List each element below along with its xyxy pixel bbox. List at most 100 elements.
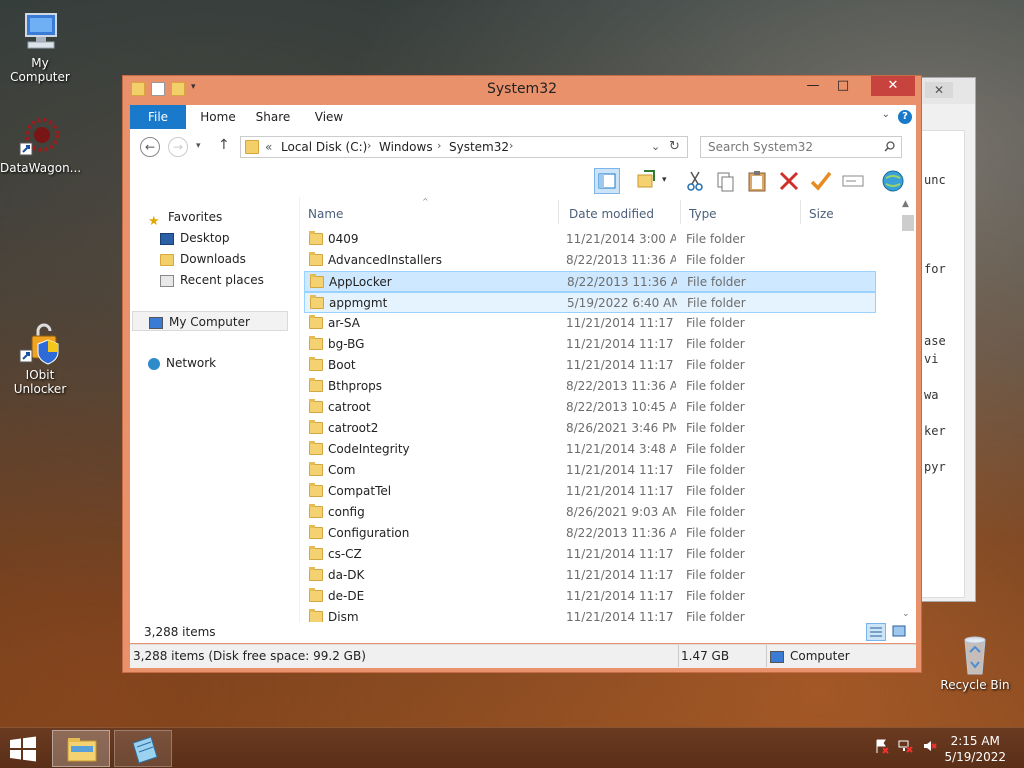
tab-home[interactable]: Home bbox=[190, 105, 246, 129]
network-icon bbox=[148, 357, 160, 370]
address-input[interactable]: « Local Disk (C:) › Windows › System32 ›… bbox=[240, 136, 688, 158]
file-row[interactable]: config 8/26/2021 9:03 AM File folder bbox=[304, 502, 876, 523]
file-row[interactable]: CodeIntegrity 11/21/2014 3:48 AM File fold… bbox=[304, 439, 876, 460]
nav-desktop[interactable]: Desktop bbox=[160, 228, 230, 248]
column-header-date[interactable]: Date modified bbox=[569, 207, 654, 221]
desktop-icon-label-line2: Unlocker bbox=[13, 382, 67, 396]
background-text-line: ker bbox=[924, 424, 946, 438]
nav-downloads[interactable]: Downloads bbox=[160, 249, 246, 269]
start-button[interactable] bbox=[8, 736, 38, 762]
background-window[interactable]: ✕ unc for ase vi wa ker pyr bbox=[918, 77, 976, 602]
large-icons-view-button[interactable] bbox=[890, 623, 910, 641]
taskbar-notepad[interactable] bbox=[114, 730, 172, 767]
notepad-icon bbox=[132, 736, 158, 764]
copy-button[interactable] bbox=[712, 168, 738, 194]
file-row[interactable]: Bthprops 8/22/2013 11:36 AM File folder bbox=[304, 376, 876, 397]
forward-button[interactable]: → bbox=[168, 137, 188, 157]
rename-button[interactable] bbox=[840, 168, 866, 194]
help-icon[interactable]: ? bbox=[898, 110, 912, 124]
titlebar[interactable]: ▾ System32 — □ ✕ bbox=[123, 76, 921, 104]
breadcrumb-overflow[interactable]: « bbox=[265, 140, 272, 154]
recycle-bin-icon bbox=[953, 632, 997, 676]
file-row[interactable]: appmgmt 5/19/2022 6:40 AM File folder bbox=[304, 292, 876, 313]
breadcrumb-system32[interactable]: System32 bbox=[449, 140, 509, 154]
column-divider[interactable] bbox=[558, 200, 559, 224]
globe-button[interactable] bbox=[880, 168, 906, 194]
desktop-icon-label: My Computer bbox=[10, 56, 70, 84]
file-row[interactable]: Com 11/21/2014 11:17 ... File folder bbox=[304, 460, 876, 481]
layout-button[interactable] bbox=[634, 168, 660, 194]
close-button[interactable]: ✕ bbox=[871, 76, 915, 96]
check-button[interactable] bbox=[808, 168, 834, 194]
scroll-up-icon[interactable]: ▲ bbox=[902, 199, 909, 209]
file-row[interactable]: de-DE 11/21/2014 11:17 ... File folder bbox=[304, 586, 876, 607]
file-type-cell: File folder bbox=[686, 484, 745, 498]
up-button[interactable]: ↑ bbox=[218, 137, 230, 153]
delete-button[interactable] bbox=[776, 168, 802, 194]
chevron-right-icon[interactable]: › bbox=[437, 139, 441, 152]
recent-locations-chevron-icon[interactable]: ▾ bbox=[196, 141, 201, 151]
column-header-name[interactable]: Name bbox=[308, 207, 343, 221]
file-row[interactable]: CompatTel 11/21/2014 11:17 ... File folder bbox=[304, 481, 876, 502]
search-input[interactable]: Search System32 bbox=[700, 136, 902, 158]
chevron-right-icon[interactable]: › bbox=[509, 139, 513, 152]
paste-button[interactable] bbox=[744, 168, 770, 194]
file-name-cell: CompatTel bbox=[328, 484, 392, 498]
file-row[interactable]: Boot 11/21/2014 11:17 ... File folder bbox=[304, 355, 876, 376]
file-row[interactable]: da-DK 11/21/2014 11:17 ... File folder bbox=[304, 565, 876, 586]
tab-view[interactable]: View bbox=[304, 105, 354, 129]
file-row[interactable]: catroot2 8/26/2021 3:46 PM File folder bbox=[304, 418, 876, 439]
desktop-icon-iobit-unlocker[interactable]: IObit Unlocker bbox=[0, 322, 80, 396]
preview-pane-button[interactable] bbox=[594, 168, 620, 194]
column-header-type[interactable]: Type bbox=[689, 207, 717, 221]
details-view-button[interactable] bbox=[866, 623, 886, 641]
file-row[interactable]: ar-SA 11/21/2014 11:17 ... File folder bbox=[304, 313, 876, 334]
taskbar-clock[interactable]: 2:15 AM 5/19/2022 bbox=[944, 733, 1006, 765]
background-text-line: pyr bbox=[924, 460, 946, 474]
tab-share[interactable]: Share bbox=[248, 105, 298, 129]
taskbar-file-explorer[interactable] bbox=[52, 730, 110, 767]
action-center-flag-icon[interactable] bbox=[874, 738, 890, 754]
ribbon-expand-button[interactable]: ⌄ bbox=[882, 109, 890, 120]
search-icon[interactable] bbox=[884, 141, 895, 152]
layout-dropdown-icon[interactable]: ▾ bbox=[662, 175, 667, 185]
column-divider[interactable] bbox=[800, 200, 801, 224]
scrollbar-thumb[interactable] bbox=[902, 215, 914, 231]
desktop-icon-recycle-bin[interactable]: Recycle Bin bbox=[935, 632, 1015, 692]
column-header-size[interactable]: Size bbox=[809, 207, 834, 221]
nav-recent-places[interactable]: Recent places bbox=[160, 270, 264, 290]
nav-favorites[interactable]: ★ Favorites bbox=[148, 207, 222, 229]
folder-icon bbox=[309, 357, 323, 371]
breadcrumb-local-disk[interactable]: Local Disk (C:) bbox=[281, 140, 367, 154]
network-status-icon[interactable] bbox=[898, 738, 914, 754]
desktop-icon-my-computer[interactable]: My Computer bbox=[0, 10, 80, 84]
cut-button[interactable] bbox=[682, 168, 708, 194]
file-row[interactable]: catroot 8/22/2013 10:45 AM File folder bbox=[304, 397, 876, 418]
scroll-down-icon[interactable]: ⌄ bbox=[902, 609, 910, 619]
column-divider[interactable] bbox=[680, 200, 681, 224]
explorer-window[interactable]: ▾ System32 — □ ✕ File Home Share View ⌄ … bbox=[122, 75, 922, 673]
volume-muted-icon[interactable] bbox=[922, 738, 938, 754]
background-window-close-button[interactable]: ✕ bbox=[925, 82, 953, 98]
file-row[interactable]: cs-CZ 11/21/2014 11:17 ... File folder bbox=[304, 544, 876, 565]
minimize-button[interactable]: — bbox=[799, 76, 827, 96]
folder-icon bbox=[309, 399, 323, 413]
desktop-icon-datawagon[interactable]: DataWagon... bbox=[0, 115, 81, 175]
refresh-icon[interactable]: ↻ bbox=[669, 139, 680, 154]
file-row[interactable]: bg-BG 11/21/2014 11:17 ... File folder bbox=[304, 334, 876, 355]
nav-my-computer[interactable]: My Computer bbox=[132, 311, 288, 331]
file-row[interactable]: Configuration 8/22/2013 11:36 AM File fold… bbox=[304, 523, 876, 544]
tab-file[interactable]: File bbox=[130, 105, 186, 129]
folder-icon bbox=[245, 140, 259, 154]
file-row[interactable]: AdvancedInstallers 8/22/2013 11:36 AM File… bbox=[304, 250, 876, 271]
vertical-scrollbar[interactable]: ▲ ⌄ bbox=[899, 199, 916, 627]
maximize-button[interactable]: □ bbox=[829, 76, 857, 96]
file-row[interactable]: 0409 11/21/2014 3:00 AM File folder bbox=[304, 229, 876, 250]
breadcrumb-windows[interactable]: Windows bbox=[379, 140, 433, 154]
address-dropdown-icon[interactable]: ⌄ bbox=[651, 140, 660, 153]
file-row[interactable]: AppLocker 8/22/2013 11:36 AM File folder bbox=[304, 271, 876, 292]
back-button[interactable]: ← bbox=[140, 137, 160, 157]
nav-network[interactable]: Network bbox=[148, 353, 216, 373]
chevron-right-icon[interactable]: › bbox=[367, 139, 371, 152]
background-window-titlebar[interactable]: ✕ bbox=[919, 78, 975, 104]
